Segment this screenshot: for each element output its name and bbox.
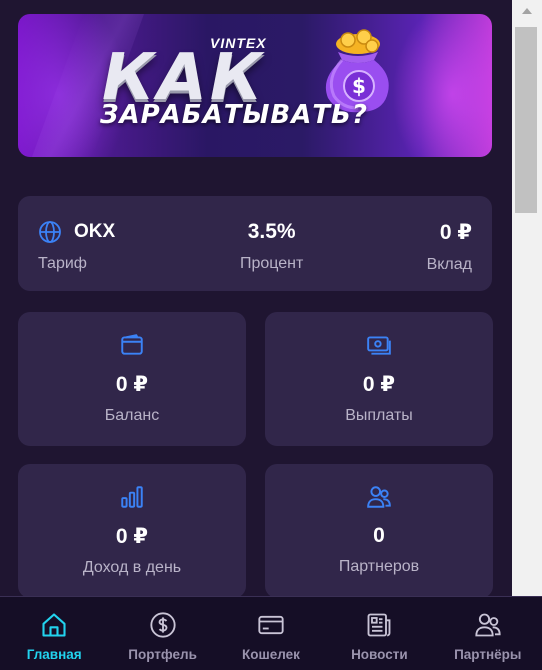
percent-stat: 3.5% Процент <box>240 220 303 315</box>
deposit-stat: 0 ₽ Вклад <box>427 220 472 315</box>
promo-banner[interactable]: VINTEX КАК $ ЗАРАБАТЫВАТЬ? <box>18 14 492 157</box>
card-icon <box>258 615 284 635</box>
daily-income-label: Доход в день <box>82 559 182 576</box>
nav-label-news: Новости <box>351 647 408 662</box>
wallet-icon <box>121 334 143 355</box>
payouts-value: 0 ₽ <box>362 373 396 396</box>
nav-label-portfolio: Портфель <box>128 647 197 662</box>
daily-income-value: 0 ₽ <box>115 525 149 548</box>
daily-income-card: 0 ₽ Доход в день <box>18 464 246 596</box>
nav-label-partners: Партнёры <box>454 647 522 662</box>
partners-value: 0 <box>373 524 385 547</box>
newspaper-icon <box>367 613 391 637</box>
nav-item-news[interactable]: Новости <box>325 597 433 670</box>
partners-label: Партнеров <box>338 558 420 575</box>
nav-item-partners[interactable]: Партнёры <box>434 597 542 670</box>
partners-card: 0 Партнеров <box>265 464 493 596</box>
users-icon <box>367 486 391 508</box>
summary-card: OKX Тариф 3.5% Процент 0 ₽ Вклад <box>18 196 492 291</box>
deposit-value: 0 ₽ <box>439 221 472 244</box>
percent-value: 3.5% <box>247 220 296 243</box>
nav-item-portfolio[interactable]: Портфель <box>108 597 216 670</box>
nav-item-wallet[interactable]: Кошелек <box>217 597 325 670</box>
scrollbar[interactable] <box>512 0 542 596</box>
nav-label-home: Главная <box>26 647 82 662</box>
tariff-value: OKX <box>74 221 116 242</box>
tariff-label: Тариф <box>38 255 87 272</box>
partners-icon <box>475 613 501 637</box>
scrollbar-thumb[interactable] <box>515 27 537 213</box>
balance-label: Баланс <box>104 407 160 424</box>
nav-item-home[interactable]: Главная <box>0 597 108 670</box>
banner-subline: ЗАРАБАТЫВАТЬ? <box>100 100 368 130</box>
bar-chart-icon <box>121 486 143 508</box>
cash-icon <box>367 336 391 355</box>
percent-label: Процент <box>240 255 304 272</box>
bottom-navigation: Главная Портфель Кошелек Новости Партнёр… <box>0 596 542 670</box>
scroll-up-arrow[interactable] <box>522 8 532 14</box>
nav-label-wallet: Кошелек <box>242 647 300 662</box>
payouts-label: Выплаты <box>345 407 413 424</box>
main-content: VINTEX КАК $ ЗАРАБАТЫВАТЬ? OKX Тариф 3.5… <box>0 0 512 596</box>
payouts-card: 0 ₽ Выплаты <box>265 312 493 446</box>
dollar-circle-icon <box>149 612 176 638</box>
svg-text:$: $ <box>352 74 366 98</box>
globe-icon <box>39 221 61 243</box>
home-icon <box>42 613 66 637</box>
deposit-label: Вклад <box>426 256 472 273</box>
balance-card: 0 ₽ Баланс <box>18 312 246 446</box>
tariff-stat: OKX Тариф <box>38 220 115 315</box>
balance-value: 0 ₽ <box>115 373 149 396</box>
